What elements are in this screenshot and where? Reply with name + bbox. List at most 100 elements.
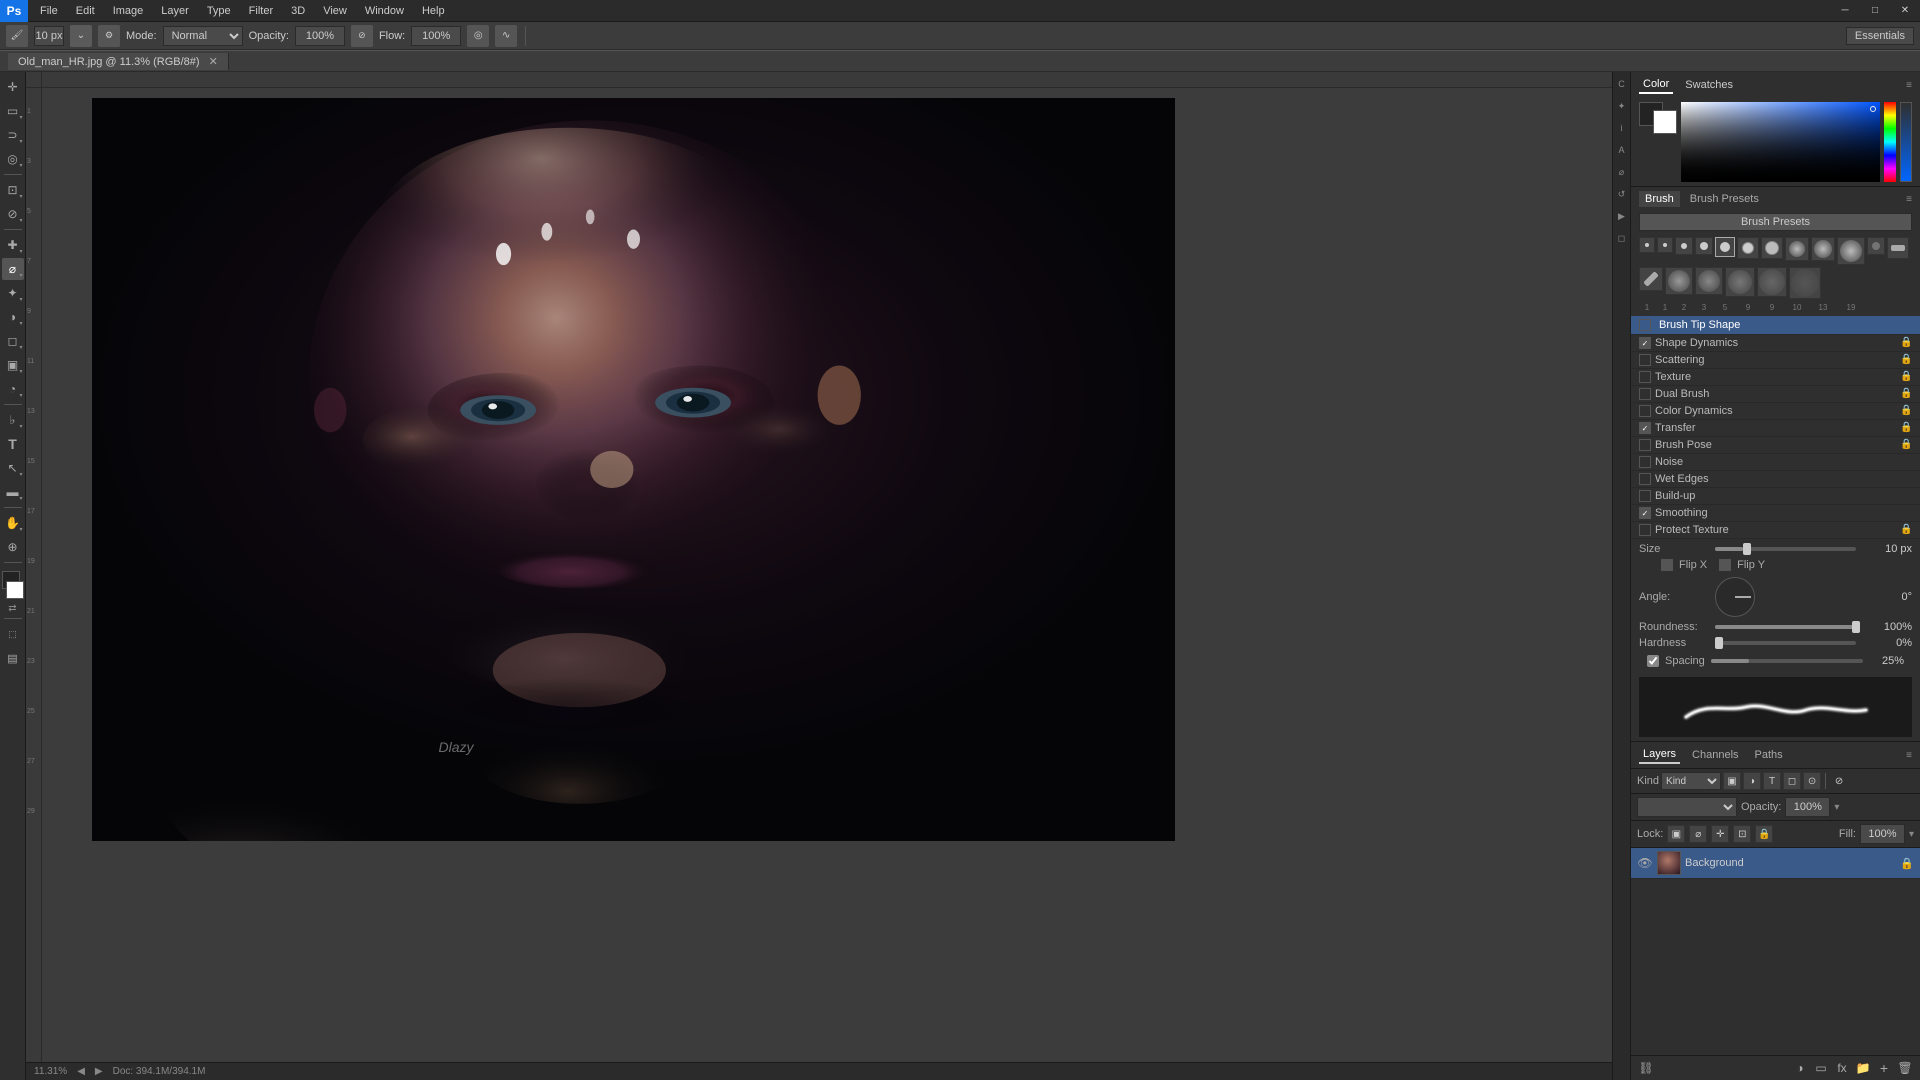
color-tab[interactable]: Color: [1639, 76, 1673, 94]
quick-mask-btn[interactable]: ⬚: [2, 623, 24, 645]
panel-icon-history[interactable]: ↺: [1614, 186, 1630, 202]
layer-filter-type[interactable]: T: [1763, 772, 1781, 790]
brush-tip-shape-row[interactable]: Brush Tip Shape: [1631, 316, 1920, 335]
wet-edges-checkbox[interactable]: [1639, 473, 1651, 485]
roundness-slider[interactable]: [1715, 625, 1856, 629]
scattering-checkbox[interactable]: [1639, 354, 1651, 366]
buildup-row[interactable]: Build-up: [1631, 488, 1920, 505]
clone-tool[interactable]: ✦▾: [2, 282, 24, 304]
menu-filter[interactable]: Filter: [241, 3, 281, 19]
quick-select-tool[interactable]: ◎▾: [2, 148, 24, 170]
brush-tip-7[interactable]: [1761, 237, 1783, 259]
lasso-tool[interactable]: ⊃▾: [2, 124, 24, 146]
hue-slider[interactable]: [1884, 102, 1896, 182]
layer-filter-smart[interactable]: ⊙: [1803, 772, 1821, 790]
add-layer-mask-btn[interactable]: ▭: [1812, 1059, 1830, 1077]
flip-x-checkbox[interactable]: [1661, 559, 1673, 571]
brush-tip-1[interactable]: [1639, 237, 1655, 253]
new-group-btn[interactable]: 📁: [1854, 1059, 1872, 1077]
brush-tip-9[interactable]: [1811, 237, 1835, 261]
menu-3d[interactable]: 3D: [283, 3, 313, 19]
layer-opacity-value[interactable]: 100%: [1785, 797, 1830, 817]
shape-tool[interactable]: ▬▾: [2, 481, 24, 503]
screen-mode-btn[interactable]: ▤: [2, 647, 24, 669]
color-dynamics-checkbox[interactable]: [1639, 405, 1651, 417]
status-arrow-prev[interactable]: ◀: [77, 1066, 85, 1077]
panel-icon-adjust[interactable]: ✦: [1614, 98, 1630, 114]
canvas-area[interactable]: 0 2 4 6 8 10 14 18 22 26 30 34 38 41 1 3…: [26, 72, 1612, 1080]
brush-tip-8[interactable]: [1785, 237, 1809, 261]
shape-dynamics-row[interactable]: ✓ Shape Dynamics 🔒: [1631, 335, 1920, 352]
brush-tip-17[interactable]: [1757, 267, 1787, 297]
brush-pose-checkbox[interactable]: [1639, 439, 1651, 451]
layers-panel-menu[interactable]: ≡: [1906, 750, 1912, 761]
move-tool[interactable]: ✛: [2, 76, 24, 98]
brush-panel-menu[interactable]: ≡: [1906, 194, 1912, 205]
menu-file[interactable]: File: [32, 3, 66, 19]
path-select-tool[interactable]: ↖▾: [2, 457, 24, 479]
brush-tool[interactable]: ⌀▾: [2, 258, 24, 280]
shape-dynamics-checkbox[interactable]: ✓: [1639, 337, 1651, 349]
spacing-slider[interactable]: [1711, 659, 1863, 663]
blend-mode-select[interactable]: Normal: [163, 26, 243, 46]
spacing-checkbox[interactable]: [1647, 655, 1659, 667]
panel-icon-info[interactable]: i: [1614, 120, 1630, 136]
lock-artboard-btn[interactable]: ⊡: [1733, 825, 1751, 843]
transfer-checkbox[interactable]: ✓: [1639, 422, 1651, 434]
buildup-checkbox[interactable]: [1639, 490, 1651, 502]
brush-picker-icon[interactable]: ⌄: [70, 25, 92, 47]
noise-checkbox[interactable]: [1639, 456, 1651, 468]
layers-filter-toggle[interactable]: ⊘: [1830, 772, 1848, 790]
panel-icon-actions[interactable]: ▶: [1614, 208, 1630, 224]
brush-pose-row[interactable]: Brush Pose 🔒: [1631, 437, 1920, 454]
protect-texture-checkbox[interactable]: [1639, 524, 1651, 536]
maximize-button[interactable]: □: [1860, 0, 1890, 22]
history-tool[interactable]: ◑▾: [2, 306, 24, 328]
background-color[interactable]: [6, 581, 24, 599]
fill-value[interactable]: 100%: [1860, 824, 1905, 844]
brush-tip-3[interactable]: [1675, 237, 1693, 255]
swatches-tab[interactable]: Swatches: [1681, 77, 1737, 93]
menu-window[interactable]: Window: [357, 3, 412, 19]
lock-image-btn[interactable]: ⌀: [1689, 825, 1707, 843]
panel-icon-layer2[interactable]: ◻: [1614, 230, 1630, 246]
size-slider[interactable]: [1715, 547, 1856, 551]
brush-tip-5[interactable]: [1715, 237, 1735, 257]
brush-tip-18[interactable]: [1789, 267, 1821, 299]
add-layer-style-btn[interactable]: fx: [1833, 1059, 1851, 1077]
brush-tip-16[interactable]: [1725, 267, 1755, 297]
lock-all-btn[interactable]: 🔒: [1755, 825, 1773, 843]
layers-tab[interactable]: Layers: [1639, 746, 1680, 764]
background-color-swatch[interactable]: [1653, 110, 1677, 134]
essentials-button[interactable]: Essentials: [1846, 27, 1914, 45]
close-button[interactable]: ✕: [1890, 0, 1920, 22]
color-gradient-picker[interactable]: [1681, 102, 1880, 182]
panel-icon-char[interactable]: A: [1614, 142, 1630, 158]
minimize-button[interactable]: ─: [1830, 0, 1860, 22]
menu-layer[interactable]: Layer: [153, 3, 197, 19]
dodge-tool[interactable]: ◔▾: [2, 378, 24, 400]
brush-tip-12[interactable]: [1887, 237, 1909, 259]
brush-tip-11[interactable]: [1867, 237, 1885, 255]
smoothing-row[interactable]: ✓ Smoothing: [1631, 505, 1920, 522]
add-adjustment-layer-btn[interactable]: ◑: [1791, 1059, 1809, 1077]
flow-value[interactable]: 100%: [411, 26, 461, 46]
dual-brush-checkbox[interactable]: [1639, 388, 1651, 400]
opacity-value[interactable]: 100%: [295, 26, 345, 46]
document-tab[interactable]: Old_man_HR.jpg @ 11.3% (RGB/8#) ✕: [8, 53, 229, 70]
scattering-row[interactable]: Scattering 🔒: [1631, 352, 1920, 369]
lock-transparent-btn[interactable]: ▣: [1667, 825, 1685, 843]
menu-image[interactable]: Image: [105, 3, 152, 19]
color-dynamics-row[interactable]: Color Dynamics 🔒: [1631, 403, 1920, 420]
eyedropper-tool[interactable]: ⊘▾: [2, 203, 24, 225]
hardness-slider[interactable]: [1715, 641, 1856, 645]
gradient-tool[interactable]: ▣▾: [2, 354, 24, 376]
angle-wheel[interactable]: [1715, 577, 1755, 617]
noise-row[interactable]: Noise: [1631, 454, 1920, 471]
brush-tab[interactable]: Brush: [1639, 191, 1680, 207]
brush-tip-10[interactable]: [1837, 237, 1865, 265]
brush-tip-2[interactable]: [1657, 237, 1673, 253]
layer-filter-adjust[interactable]: ◑: [1743, 772, 1761, 790]
texture-checkbox[interactable]: [1639, 371, 1651, 383]
brush-tool-icon[interactable]: 🖌: [6, 25, 28, 47]
